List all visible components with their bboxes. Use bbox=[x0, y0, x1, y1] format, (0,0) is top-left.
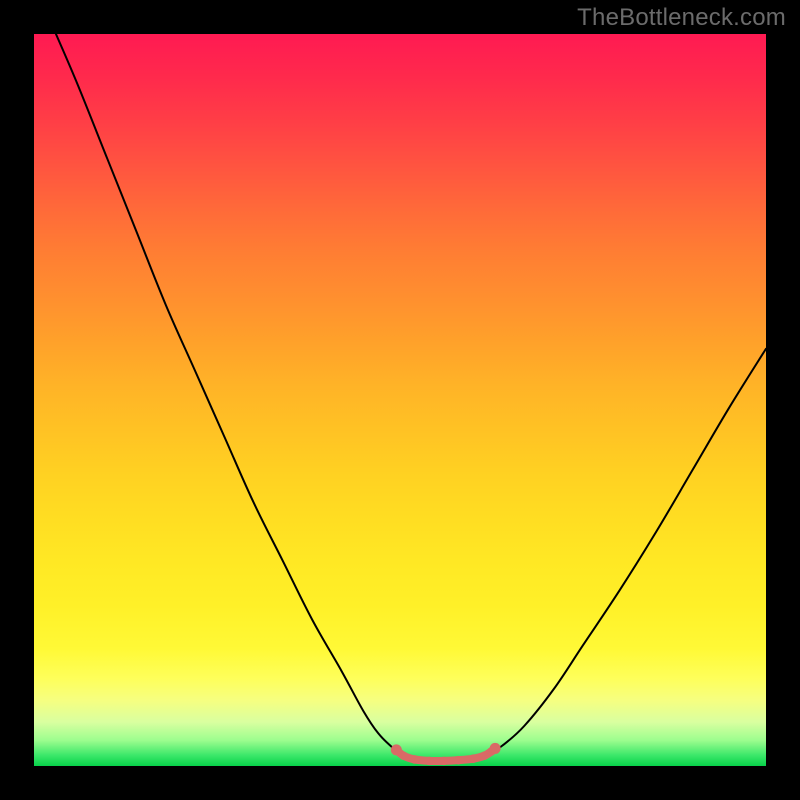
curve-floor-dots bbox=[391, 743, 501, 765]
accent-dot bbox=[490, 743, 501, 754]
watermark-text: TheBottleneck.com bbox=[577, 4, 786, 32]
accent-dot bbox=[399, 751, 408, 760]
chart-stage: TheBottleneck.com bbox=[0, 0, 800, 800]
accent-dot bbox=[454, 756, 463, 765]
accent-dot bbox=[425, 757, 434, 766]
plot-area bbox=[34, 34, 766, 766]
accent-dot bbox=[440, 757, 449, 766]
curve-right-branch bbox=[488, 349, 766, 755]
accent-dot bbox=[410, 755, 419, 764]
curve-layer bbox=[34, 34, 766, 766]
accent-dot bbox=[480, 751, 489, 760]
accent-dot bbox=[469, 754, 478, 763]
curve-left-branch bbox=[56, 34, 404, 755]
